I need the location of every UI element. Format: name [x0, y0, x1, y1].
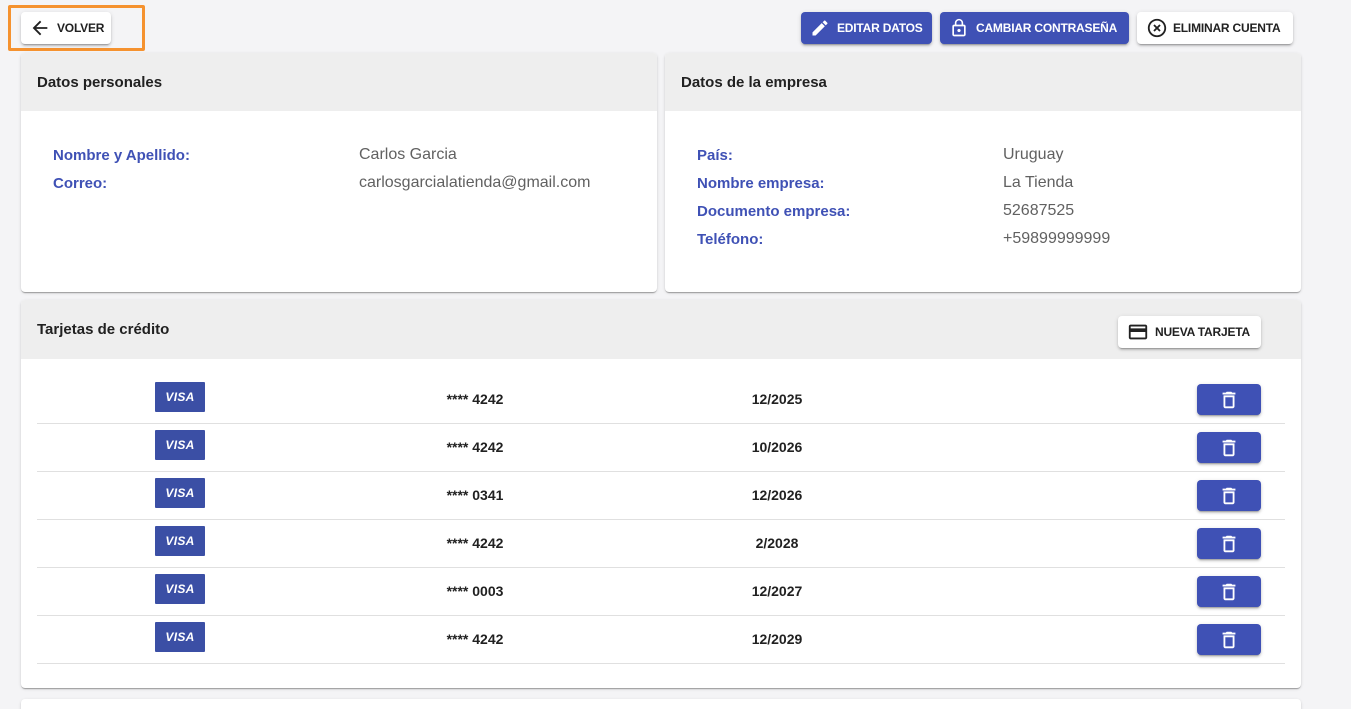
visa-logo: VISA	[155, 430, 205, 460]
visa-logo: VISA	[155, 526, 205, 556]
field-row-country: País: Uruguay	[697, 141, 1285, 169]
credit-card-icon	[1128, 324, 1148, 340]
field-value: carlosgarcialatienda@gmail.com	[359, 174, 591, 191]
edit-data-button[interactable]: EDITAR DATOS	[801, 12, 932, 44]
field-row-name: Nombre y Apellido: Carlos Garcia	[53, 141, 641, 169]
visa-logo: VISA	[155, 478, 205, 508]
card-number: **** 4242	[446, 439, 504, 455]
company-data-fields: País: Uruguay Nombre empresa: La Tienda …	[697, 141, 1285, 253]
change-password-button[interactable]: CAMBIAR CONTRASEÑA	[940, 12, 1129, 44]
credit-card-row: VISA **** 4242 12/2025	[37, 376, 1285, 424]
trash-icon	[1222, 487, 1236, 504]
card-expiry: 12/2027	[751, 583, 803, 599]
delete-card-button[interactable]	[1197, 384, 1261, 415]
edit-data-button-label: EDITAR DATOS	[837, 21, 923, 35]
field-value: Uruguay	[1003, 146, 1064, 163]
card-number: **** 0341	[446, 487, 504, 503]
back-button[interactable]: VOLVER	[21, 12, 111, 44]
field-row-company-document: Documento empresa: 52687525	[697, 197, 1285, 225]
back-button-label: VOLVER	[57, 21, 105, 35]
card-number: **** 4242	[446, 535, 504, 551]
field-row-email: Correo: carlosgarcialatienda@gmail.com	[53, 169, 641, 197]
company-data-title: Datos de la empresa	[681, 73, 827, 91]
credit-card-row: VISA **** 4242 12/2029	[37, 616, 1285, 664]
credit-card-row: VISA **** 0341 12/2026	[37, 472, 1285, 520]
credit-cards-table: VISA **** 4242 12/2025 VISA **** 4242 10…	[37, 376, 1285, 664]
visa-logo: VISA	[155, 382, 205, 412]
field-row-phone: Teléfono: +59899999999	[697, 225, 1285, 253]
credit-cards-card: Tarjetas de crédito NUEVA TARJETA VISA *…	[21, 300, 1301, 688]
change-password-button-label: CAMBIAR CONTRASEÑA	[976, 21, 1118, 35]
delete-card-button[interactable]	[1197, 432, 1261, 463]
delete-card-button[interactable]	[1197, 576, 1261, 607]
new-card-button-label: NUEVA TARJETA	[1155, 325, 1250, 339]
field-label: Correo:	[53, 174, 108, 192]
company-data-header: Datos de la empresa	[665, 53, 1301, 111]
credit-card-row: VISA **** 0003 12/2027	[37, 568, 1285, 616]
field-label: Nombre empresa:	[697, 174, 825, 192]
field-label: País:	[697, 146, 733, 164]
delete-account-button[interactable]: ELIMINAR CUENTA	[1137, 12, 1293, 44]
trash-icon	[1222, 583, 1236, 600]
next-card	[21, 699, 1301, 709]
credit-card-row: VISA **** 4242 10/2026	[37, 424, 1285, 472]
field-label: Teléfono:	[697, 230, 764, 248]
field-label: Nombre y Apellido:	[53, 146, 190, 164]
visa-logo: VISA	[155, 622, 205, 652]
field-value: Carlos Garcia	[359, 146, 457, 163]
field-value: +59899999999	[1003, 230, 1111, 247]
field-value: 52687525	[1003, 202, 1075, 219]
trash-icon	[1222, 391, 1236, 408]
delete-card-button[interactable]	[1197, 624, 1261, 655]
card-expiry: 12/2026	[751, 487, 803, 503]
company-data-card: Datos de la empresa País: Uruguay Nombre…	[665, 53, 1301, 292]
personal-data-fields: Nombre y Apellido: Carlos Garcia Correo:…	[53, 141, 641, 197]
card-expiry: 12/2025	[751, 391, 803, 407]
personal-data-header: Datos personales	[21, 53, 657, 111]
trash-icon	[1222, 631, 1236, 648]
personal-data-card: Datos personales Nombre y Apellido: Carl…	[21, 53, 657, 292]
circle-x-icon	[1147, 18, 1167, 38]
lock-icon	[952, 18, 966, 37]
new-card-button[interactable]: NUEVA TARJETA	[1118, 316, 1261, 348]
trash-icon	[1222, 535, 1236, 552]
credit-card-row: VISA **** 4242 2/2028	[37, 520, 1285, 568]
field-value: La Tienda	[1003, 174, 1074, 191]
card-number: **** 0003	[446, 583, 504, 599]
field-row-company-name: Nombre empresa: La Tienda	[697, 169, 1285, 197]
personal-data-title: Datos personales	[37, 73, 163, 91]
delete-card-button[interactable]	[1197, 480, 1261, 511]
trash-icon	[1222, 439, 1236, 456]
pencil-icon	[812, 20, 828, 36]
card-expiry: 2/2028	[755, 535, 799, 551]
credit-cards-title: Tarjetas de crédito	[37, 321, 170, 338]
visa-logo: VISA	[155, 574, 205, 604]
arrow-left-icon	[32, 20, 48, 36]
delete-card-button[interactable]	[1197, 528, 1261, 559]
card-expiry: 10/2026	[751, 439, 803, 455]
card-number: **** 4242	[446, 631, 504, 647]
credit-cards-header: Tarjetas de crédito NUEVA TARJETA	[21, 300, 1301, 359]
card-expiry: 12/2029	[751, 631, 803, 647]
delete-account-button-label: ELIMINAR CUENTA	[1173, 21, 1281, 35]
card-number: **** 4242	[446, 391, 504, 407]
field-label: Documento empresa:	[697, 202, 851, 220]
